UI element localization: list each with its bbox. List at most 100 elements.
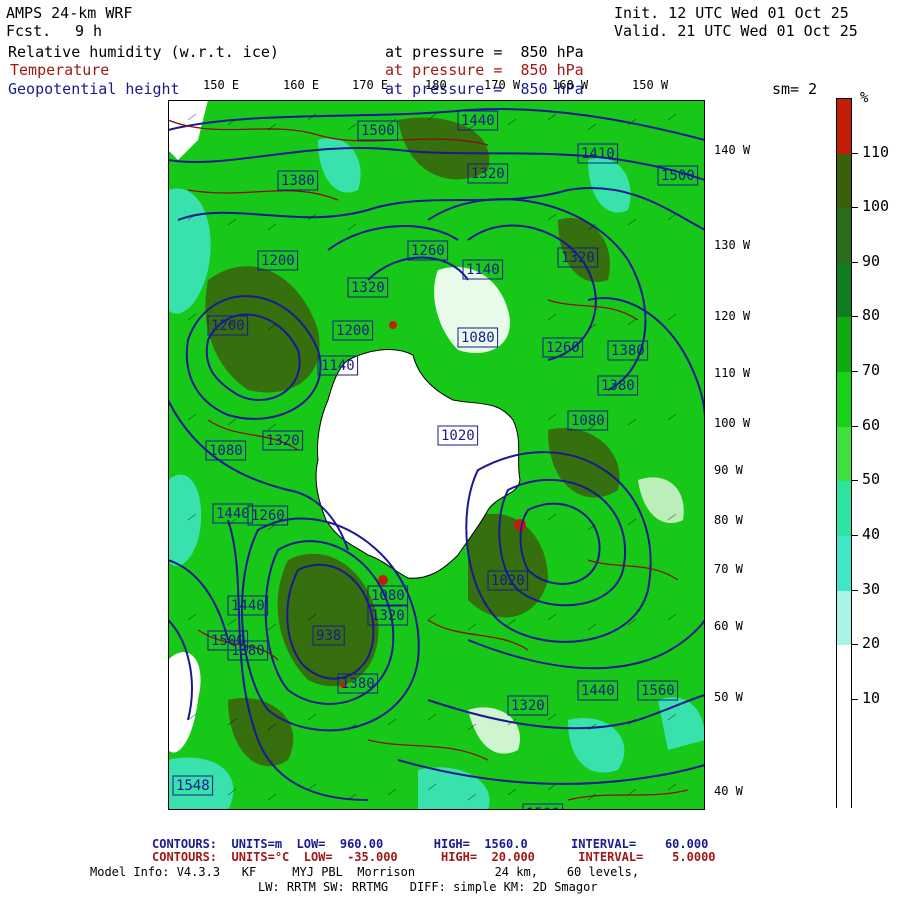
lon-right-label: 140 W bbox=[714, 143, 751, 157]
colorbar-label: 90 bbox=[862, 251, 881, 270]
field-level-rh: at pressure = 850 hPa bbox=[385, 43, 584, 61]
height-label: 1380 bbox=[611, 343, 645, 359]
lon-right-label: 70 W bbox=[714, 562, 743, 576]
lon-top-label: 170 W bbox=[484, 78, 521, 92]
colorbar-tick bbox=[852, 207, 858, 209]
height-label: 1080 bbox=[461, 330, 495, 346]
lon-top-label: 160 E bbox=[283, 78, 320, 92]
colorbar-segment bbox=[837, 99, 851, 155]
height-label: 1020 bbox=[491, 573, 525, 589]
colorbar-segment bbox=[837, 590, 851, 646]
init-time: Init. 12 UTC Wed 01 Oct 25 bbox=[614, 4, 849, 22]
lon-right-label: 120 W bbox=[714, 309, 751, 323]
height-label: 1548 bbox=[176, 778, 210, 794]
lon-right-label: 60 W bbox=[714, 619, 743, 633]
colorbar-segment bbox=[837, 208, 851, 264]
colorbar-unit: % bbox=[860, 90, 869, 106]
height-label: 1320 bbox=[561, 250, 595, 266]
colorbar-label: 20 bbox=[862, 634, 881, 653]
height-label: 1200 bbox=[336, 323, 370, 339]
height-label: 1440 bbox=[216, 506, 250, 522]
colorbar-segment bbox=[837, 372, 851, 428]
colorbar-segment bbox=[837, 317, 851, 373]
colorbar-tick bbox=[852, 589, 858, 591]
colorbar-tick bbox=[852, 261, 858, 263]
height-label: 1080 bbox=[571, 413, 605, 429]
field-name-rh: Relative humidity (w.r.t. ice) bbox=[8, 43, 279, 61]
height-label: 1140 bbox=[321, 358, 355, 374]
height-label: 1440 bbox=[581, 683, 615, 699]
model-title: AMPS 24-km WRF bbox=[6, 4, 133, 22]
height-label: 1080 bbox=[371, 588, 405, 604]
height-label: 1260 bbox=[546, 340, 580, 356]
height-label: 1260 bbox=[251, 508, 285, 524]
colorbar-label: 50 bbox=[862, 470, 881, 489]
lon-right-label: 90 W bbox=[714, 463, 743, 477]
height-label: 1140 bbox=[466, 262, 500, 278]
height-label: 1320 bbox=[511, 698, 545, 714]
colorbar-segment bbox=[837, 262, 851, 318]
height-label: 1500 bbox=[211, 633, 245, 649]
footer-temp-contours: CONTOURS: UNITS=°C LOW= -35.000 HIGH= 20… bbox=[152, 850, 716, 864]
height-label: 1200 bbox=[211, 318, 245, 334]
colorbar-segment bbox=[837, 699, 851, 755]
colorbar-label: 110 bbox=[862, 142, 890, 161]
height-label: 1260 bbox=[411, 243, 445, 259]
forecast-value: 9 h bbox=[75, 22, 103, 40]
height-label: 1320 bbox=[351, 280, 385, 296]
colorbar-tick bbox=[852, 371, 858, 373]
colorbar-tick bbox=[852, 480, 858, 482]
colorbar-segment bbox=[837, 481, 851, 537]
height-label: 1380 bbox=[601, 378, 635, 394]
lon-right-label: 80 W bbox=[714, 513, 743, 527]
field-level-temp: at pressure = 850 hPa bbox=[385, 61, 584, 79]
field-name-temp: Temperature bbox=[10, 61, 110, 79]
colorbar-segment bbox=[837, 645, 851, 701]
colorbar-tick bbox=[852, 698, 858, 700]
height-label: 1560 bbox=[641, 683, 675, 699]
colorbar-label: 100 bbox=[862, 197, 890, 216]
height-label: 938 bbox=[316, 628, 341, 644]
colorbar-tick bbox=[852, 534, 858, 536]
height-label: 1380 bbox=[281, 173, 315, 189]
colorbar-segment bbox=[837, 426, 851, 482]
footer-model-info: Model Info: V4.3.3 KF MYJ PBL Morrison 2… bbox=[90, 865, 640, 879]
lon-right-label: 100 W bbox=[714, 416, 751, 430]
lon-top-label: 170 E bbox=[352, 78, 389, 92]
colorbar-tick bbox=[852, 425, 858, 427]
height-label: 1440 bbox=[231, 598, 265, 614]
lon-top-label: 150 E bbox=[203, 78, 240, 92]
smoothing-label: sm= 2 bbox=[772, 80, 818, 98]
footer-physics-info: LW: RRTM SW: RRTMG DIFF: simple KM: 2D S… bbox=[258, 880, 598, 894]
colorbar bbox=[836, 98, 852, 810]
lon-top-label: 180 bbox=[425, 78, 447, 92]
lon-top-label: 160 W bbox=[552, 78, 589, 92]
colorbar-tick bbox=[852, 316, 858, 318]
height-label: 1500 bbox=[661, 168, 695, 184]
lon-top-label: 150 W bbox=[632, 78, 669, 92]
weather-map: 1500 1440 1320 1410 1500 1380 1200 1260 1320 1320… bbox=[168, 100, 705, 810]
colorbar-tick bbox=[852, 644, 858, 646]
valid-time: Valid. 21 UTC Wed 01 Oct 25 bbox=[614, 22, 858, 40]
colorbar-label: 60 bbox=[862, 415, 881, 434]
forecast-label: Fcst. bbox=[6, 22, 52, 40]
height-label: 1200 bbox=[261, 253, 295, 269]
colorbar-label: 70 bbox=[862, 361, 881, 380]
colorbar-segment bbox=[837, 754, 851, 810]
height-label: 1080 bbox=[209, 443, 243, 459]
colorbar-label: 80 bbox=[862, 306, 881, 325]
colorbar-segment bbox=[837, 535, 851, 592]
colorbar-label: 10 bbox=[862, 688, 881, 707]
field-name-height: Geopotential height bbox=[8, 80, 180, 98]
colorbar-label: 40 bbox=[862, 524, 881, 543]
height-label: 1320 bbox=[266, 433, 300, 449]
colorbar-tick bbox=[852, 152, 858, 154]
lon-right-label: 110 W bbox=[714, 366, 751, 380]
colorbar-segment bbox=[837, 153, 851, 209]
lon-right-label: 40 W bbox=[714, 784, 743, 798]
colorbar-label: 30 bbox=[862, 579, 881, 598]
height-label: 1320 bbox=[371, 608, 405, 624]
height-label: 1020 bbox=[441, 428, 475, 444]
lon-right-label: 50 W bbox=[714, 690, 743, 704]
height-label: 1410 bbox=[581, 146, 615, 162]
